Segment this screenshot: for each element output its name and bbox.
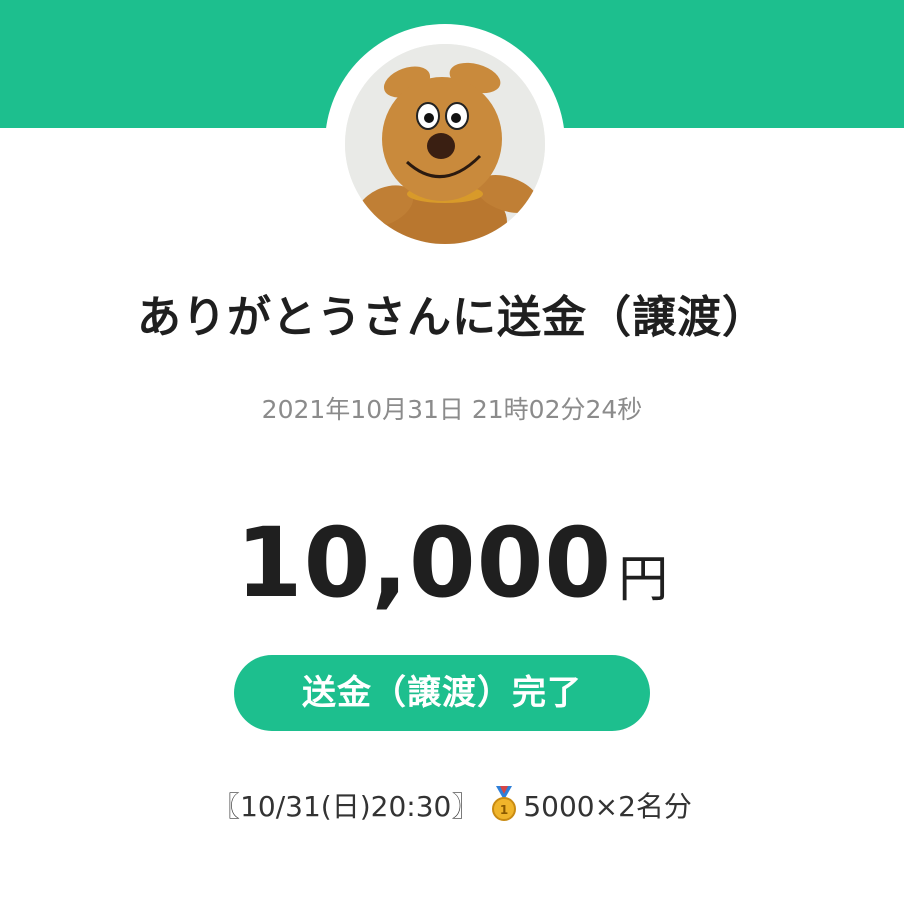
status-badge: 送金（譲渡）完了: [234, 655, 650, 731]
recipient-avatar[interactable]: [345, 44, 545, 244]
page-title: ありがとうさんに送金（譲渡）: [137, 292, 767, 343]
plush-dog-icon: [345, 44, 545, 244]
amount-value: 10,000: [235, 507, 613, 619]
transfer-timestamp: 2021年10月31日 21時02分24秒: [261, 395, 643, 424]
medal-icon: 1: [489, 786, 519, 833]
transfer-memo: 〖10/31(日)20:30〗 1 5000×2名分: [0, 786, 904, 833]
amount-display: 10,000 円: [0, 508, 904, 646]
avatar-frame: [325, 24, 565, 264]
amount-unit: 円: [618, 550, 669, 608]
svg-text:1: 1: [500, 803, 508, 817]
memo-prefix: 〖10/31(日)20:30〗: [212, 790, 480, 823]
memo-suffix: 5000×2名分: [523, 790, 692, 823]
